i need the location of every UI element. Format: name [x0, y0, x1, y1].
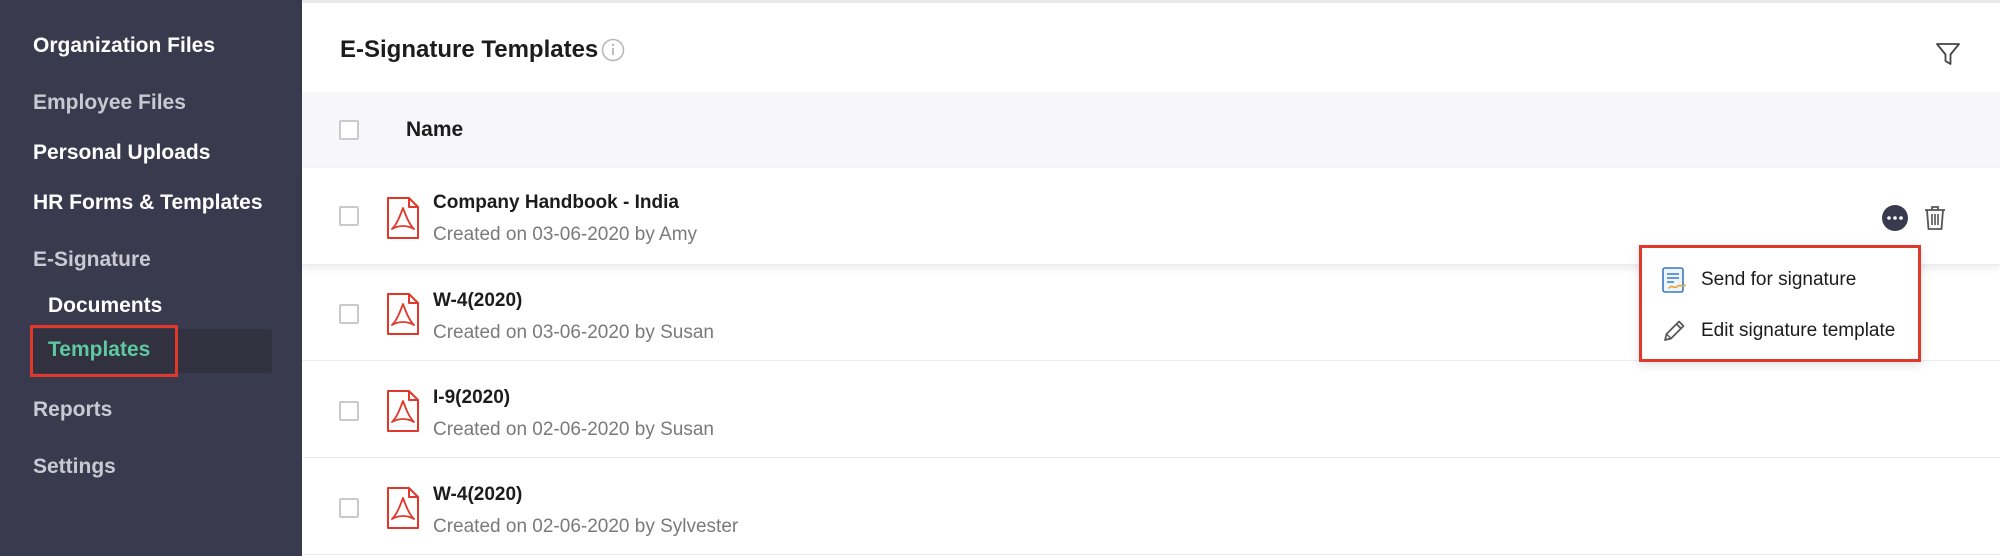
- sidebar-item-hr-forms-templates[interactable]: HR Forms & Templates: [33, 191, 263, 215]
- table-row[interactable]: W-4(2020) Created on 02-06-2020 by Sylve…: [302, 458, 2000, 555]
- more-options-button[interactable]: [1882, 205, 1908, 231]
- more-icon: [1887, 216, 1903, 220]
- sidebar-item-e-signature[interactable]: E-Signature: [33, 248, 151, 272]
- sidebar-item-employee-files[interactable]: Employee Files: [33, 91, 186, 115]
- pencil-icon: [1664, 320, 1685, 341]
- sidebar-subitem-documents[interactable]: Documents: [48, 294, 162, 318]
- page-header: E-Signature Templates: [302, 0, 2000, 92]
- pdf-icon: [387, 197, 419, 239]
- pdf-icon: [387, 390, 419, 432]
- sidebar-item-reports[interactable]: Reports: [33, 398, 112, 422]
- pdf-icon: [387, 487, 419, 529]
- row-subtitle: Created on 02-06-2020 by Sylvester: [433, 516, 739, 537]
- row-context-menu: Send for signature Edit signature templa…: [1639, 245, 1921, 362]
- table-header: Name: [302, 92, 2000, 169]
- row-title[interactable]: W-4(2020): [433, 290, 522, 312]
- row-checkbox[interactable]: [339, 401, 359, 421]
- sidebar-item-settings[interactable]: Settings: [33, 455, 116, 479]
- edit-signature-template-item[interactable]: Edit signature template: [1642, 307, 1918, 355]
- select-all-checkbox[interactable]: [339, 120, 359, 140]
- row-checkbox[interactable]: [339, 498, 359, 518]
- row-subtitle: Created on 02-06-2020 by Susan: [433, 419, 714, 440]
- edit-signature-template-label[interactable]: Edit signature template: [1701, 320, 1895, 342]
- templates-highlight-box: [30, 325, 178, 377]
- pdf-icon: [387, 293, 419, 335]
- column-header-name[interactable]: Name: [406, 118, 463, 142]
- send-for-signature-item[interactable]: Send for signature: [1642, 256, 1918, 304]
- row-title[interactable]: Company Handbook - India: [433, 192, 679, 214]
- row-subtitle: Created on 03-06-2020 by Amy: [433, 224, 698, 245]
- filter-icon[interactable]: [1934, 40, 1962, 68]
- row-title[interactable]: W-4(2020): [433, 484, 522, 506]
- info-icon[interactable]: [601, 38, 625, 62]
- sidebar-item-personal-uploads[interactable]: Personal Uploads: [33, 141, 210, 165]
- trash-icon[interactable]: [1924, 205, 1946, 231]
- sidebar: Organization Files Employee Files Person…: [0, 0, 302, 556]
- page-title: E-Signature Templates: [340, 36, 599, 63]
- table-row[interactable]: I-9(2020) Created on 02-06-2020 by Susan: [302, 361, 2000, 458]
- send-for-signature-label[interactable]: Send for signature: [1701, 269, 1856, 291]
- row-checkbox[interactable]: [339, 304, 359, 324]
- row-title[interactable]: I-9(2020): [433, 387, 510, 409]
- sidebar-item-organization-files[interactable]: Organization Files: [33, 34, 215, 58]
- send-signature-icon: [1662, 267, 1686, 293]
- row-checkbox[interactable]: [339, 206, 359, 226]
- row-subtitle: Created on 03-06-2020 by Susan: [433, 322, 714, 343]
